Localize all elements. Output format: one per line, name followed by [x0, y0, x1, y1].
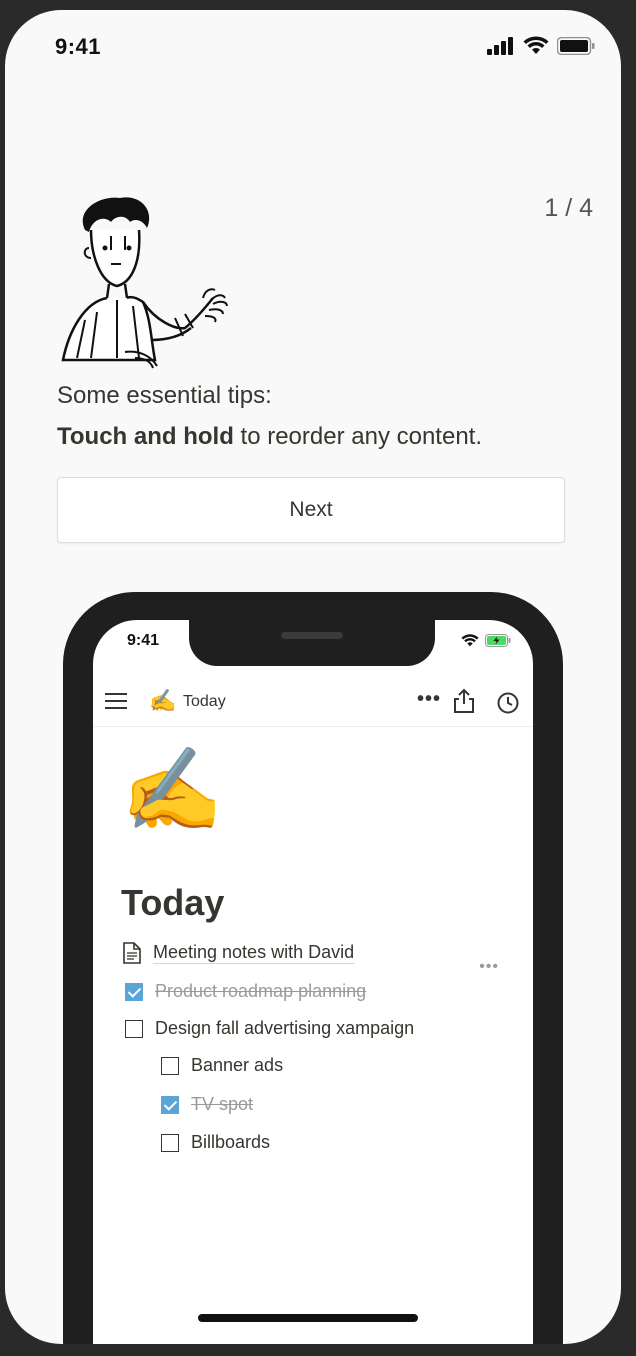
inner-status-time: 9:41 — [127, 632, 160, 649]
page-link-label: Meeting notes with David — [153, 942, 355, 964]
todo-label: Billboards — [191, 1132, 271, 1152]
page-emoji-icon: ✍️ — [149, 688, 177, 713]
phone-mockup-screen: 9:41 ✍️ Today ••• ✍️ Today Meeting notes… — [93, 620, 533, 1344]
phone-speaker — [281, 632, 343, 639]
document-icon — [123, 942, 141, 964]
checkbox-unchecked[interactable] — [161, 1056, 179, 1075]
checkbox-unchecked[interactable] — [125, 1019, 143, 1038]
page-toolbar: ✍️ Today ••• — [93, 680, 533, 727]
page-title[interactable]: Today — [121, 882, 224, 924]
todo-item[interactable]: TV spot — [161, 1094, 253, 1115]
battery-icon — [557, 36, 595, 55]
todo-label: Banner ads — [191, 1055, 284, 1075]
todo-label: Product roadmap planning — [155, 981, 367, 1001]
todo-item[interactable]: Design fall advertising xampaign — [125, 1018, 414, 1039]
status-bar: 9:41 — [5, 10, 621, 90]
tips-rest: to reorder any content. — [233, 423, 483, 450]
breadcrumb-title[interactable]: Today — [183, 693, 226, 711]
todo-item[interactable]: Billboards — [161, 1132, 270, 1153]
todo-item[interactable]: Banner ads — [161, 1055, 283, 1076]
page-link-block[interactable]: Meeting notes with David — [123, 942, 355, 964]
phone-notch — [189, 620, 435, 666]
status-icons — [487, 36, 595, 55]
checkbox-checked[interactable] — [161, 1095, 179, 1114]
history-clock-icon[interactable] — [497, 692, 519, 714]
person-illustration-icon — [61, 197, 228, 369]
page-icon-emoji[interactable]: ✍️ — [121, 750, 223, 832]
checkbox-checked[interactable] — [125, 982, 143, 1001]
onboarding-screen: 9:41 1 / 4 Some essential tips: Touch an… — [5, 10, 621, 1344]
next-button[interactable]: Next — [57, 477, 565, 543]
status-time: 9:41 — [55, 34, 102, 59]
wifi-icon — [523, 36, 549, 54]
phone-mockup: 9:41 ✍️ Today ••• ✍️ Today Meeting notes… — [63, 592, 563, 1344]
inner-status-icons — [461, 634, 511, 647]
page-counter: 1 / 4 — [544, 194, 593, 222]
tips-instruction: Touch and hold to reorder any content. — [57, 416, 577, 457]
block-more-icon[interactable]: ••• — [479, 958, 499, 976]
todo-label: TV spot — [191, 1094, 254, 1114]
checkbox-unchecked[interactable] — [161, 1133, 179, 1152]
menu-icon[interactable] — [105, 692, 127, 710]
battery-charging-icon — [485, 634, 511, 647]
tips-bold: Touch and hold — [57, 423, 234, 450]
wifi-icon — [461, 634, 479, 647]
todo-label: Design fall advertising xampaign — [155, 1018, 415, 1038]
todo-item[interactable]: Product roadmap planning — [125, 981, 366, 1002]
more-options-icon[interactable]: ••• — [417, 688, 441, 711]
home-indicator[interactable] — [198, 1314, 418, 1322]
tips-heading: Some essential tips: — [57, 382, 272, 409]
share-icon[interactable] — [453, 688, 475, 714]
tips-text: Some essential tips: Touch and hold to r… — [57, 375, 577, 457]
cellular-signal-icon — [487, 36, 513, 55]
